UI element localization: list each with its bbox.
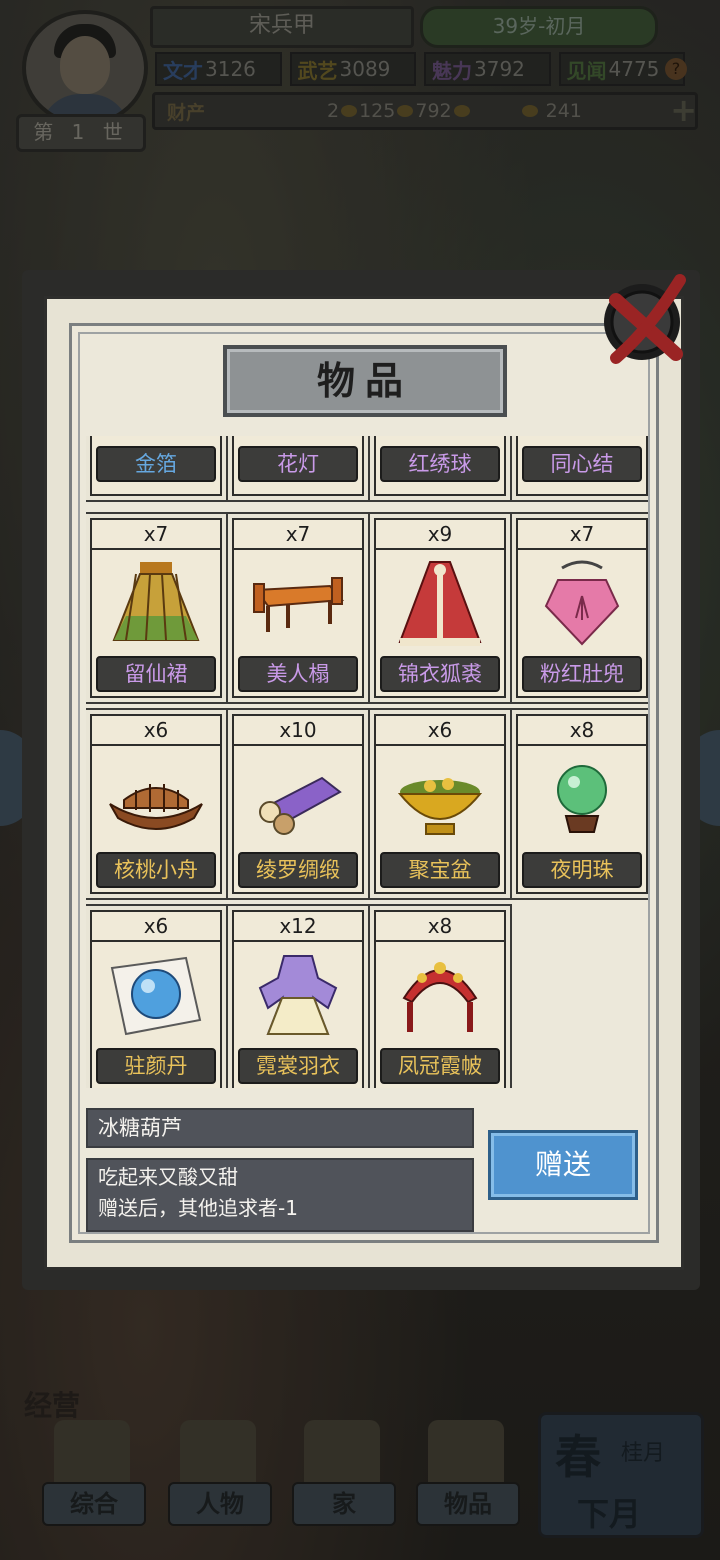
pill-icon	[110, 956, 202, 1036]
item-cell[interactable]: x10 绫罗绸缎	[232, 714, 364, 894]
close-button[interactable]	[596, 262, 696, 372]
item-cell[interactable]: 红绣球	[374, 436, 506, 496]
item-cell[interactable]: x12 霓裳羽衣	[232, 910, 364, 1088]
item-cell[interactable]: 同心结	[516, 436, 648, 496]
pearl-icon	[557, 765, 607, 833]
item-cell[interactable]: x8 凤冠霞帔	[374, 910, 506, 1088]
item-cell[interactable]: 花灯	[232, 436, 364, 496]
couch-icon	[253, 577, 345, 632]
item-grid: 金箔 花灯 红绣球 同心结 x7 留仙裙 x7 美人榻 x9 锦衣狐裘 x7 粉…	[86, 436, 648, 1088]
close-icon	[604, 274, 686, 364]
item-cell[interactable]: x8 夜明珠	[516, 714, 648, 894]
skirt-icon	[112, 562, 200, 641]
item-cell[interactable]: x7 留仙裙	[90, 518, 222, 698]
selected-item-name: 冰糖葫芦	[86, 1108, 474, 1148]
crown-icon	[402, 962, 478, 1032]
item-cell[interactable]: 金箔	[90, 436, 222, 496]
treasure-bowl-icon	[397, 778, 483, 835]
selected-item-description: 吃起来又酸又甜 赠送后，其他追求者-1	[86, 1158, 474, 1232]
item-cell[interactable]: x9 锦衣狐裘	[374, 518, 506, 698]
silk-icon	[259, 776, 342, 835]
item-cell[interactable]: x6 聚宝盆	[374, 714, 506, 894]
item-cell[interactable]: x6 驻颜丹	[90, 910, 222, 1088]
item-cell[interactable]: x7 粉红肚兜	[516, 518, 648, 698]
dress-icon	[258, 955, 338, 1035]
item-cell[interactable]: x7 美人榻	[232, 518, 364, 698]
item-detail: 冰糖葫芦 吃起来又酸又甜 赠送后，其他追求者-1	[86, 1108, 474, 1232]
dialog-title: 物品	[223, 345, 507, 417]
boat-icon	[109, 784, 203, 830]
cloak-icon	[398, 561, 482, 646]
item-cell[interactable]: x6 核桃小舟	[90, 714, 222, 894]
bib-icon	[544, 560, 620, 646]
give-button[interactable]: 赠送	[488, 1130, 638, 1200]
